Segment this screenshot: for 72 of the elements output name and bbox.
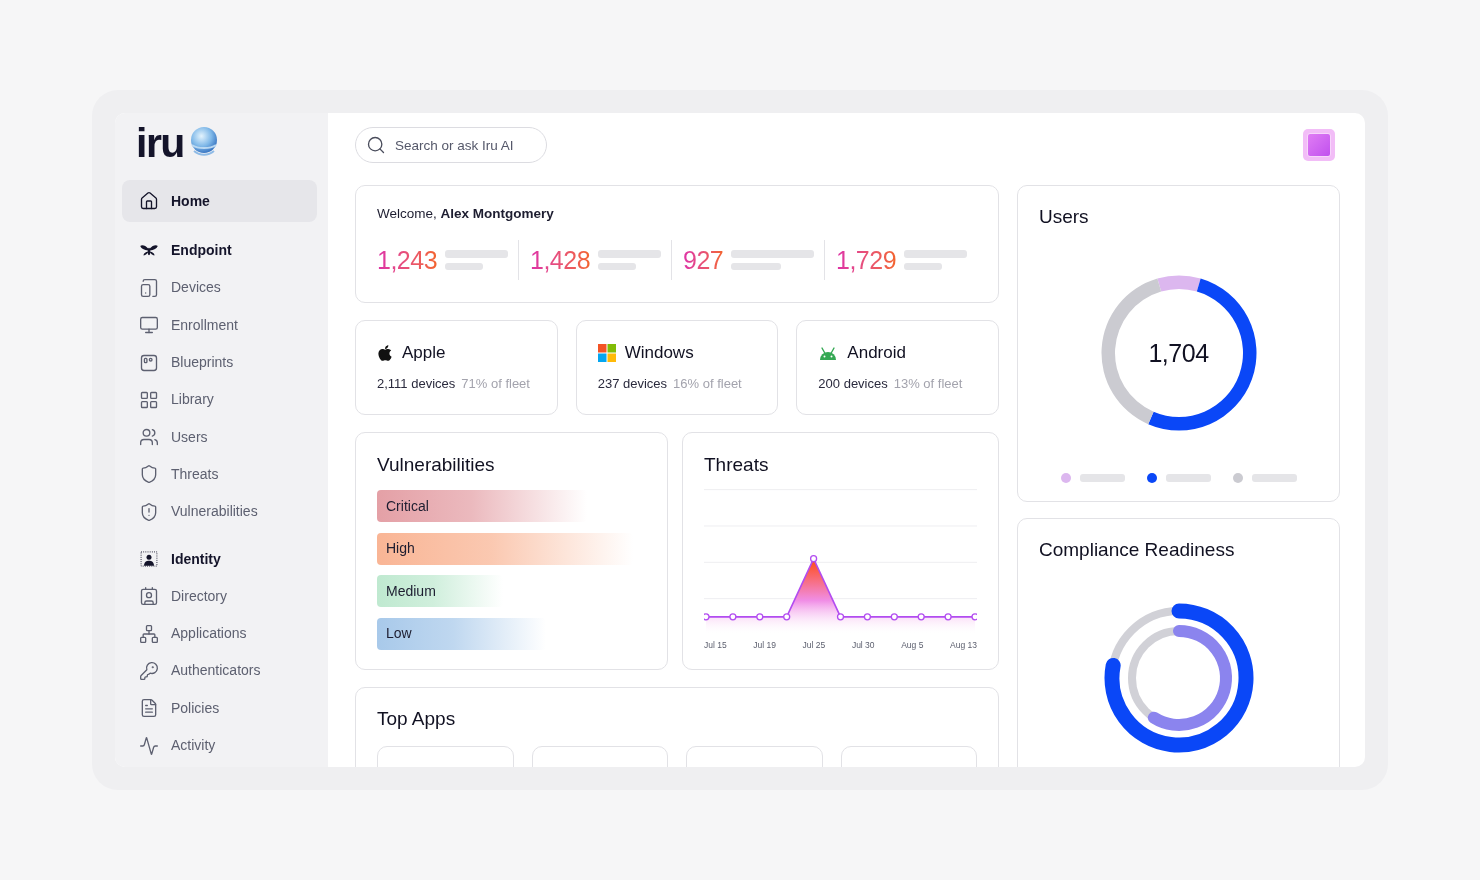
axis-label: Jul 15 [704,640,727,651]
shield-icon [139,464,159,485]
grid-icon [139,389,159,410]
nav-item[interactable]: Authenticators [122,652,317,690]
logo-text: iru [136,122,184,164]
axis-label: Aug 13 [950,640,977,651]
document-icon [139,698,159,719]
total-value: 1,704 [1148,338,1209,368]
welcome-text: Welcome, Alex Montgomery [377,205,555,223]
severity-label: Medium [386,581,436,601]
skeleton-bar [1165,474,1211,482]
nav-item[interactable]: Library [122,381,317,419]
severity-label: High [386,539,415,558]
severity-label: Critical [386,496,429,516]
nav-item[interactable]: Blueprints [122,343,317,382]
axis-label: Aug 5 [901,640,924,651]
skeleton-bar [1079,474,1125,482]
nav-item[interactable]: Enrollment [122,306,317,344]
skeleton-bar [904,263,942,270]
key-icon [139,660,159,681]
skeleton-bar [731,263,781,270]
home-icon [139,191,159,211]
card-title: Users [1039,205,1090,229]
axis-label: Jul 30 [851,640,875,651]
blueprint-icon [139,352,159,373]
devices-icon [139,277,159,298]
monitor-icon [139,315,159,336]
glowing-square-icon[interactable] [1303,129,1335,161]
nav-item[interactable]: Threats [122,455,317,494]
person-icon [139,549,159,569]
card-title: Compliance Readiness [1039,538,1236,562]
axis-label: Jul 19 [753,640,776,651]
axis-label: Jul 25 [802,640,826,651]
nav-item[interactable]: Vulnerabilities [122,493,317,531]
nav-item[interactable]: Users [122,418,317,456]
android-icon [818,346,839,360]
card-title: Top Apps [377,707,457,731]
nav-item[interactable]: Applications [122,614,317,653]
windows-icon [597,344,616,362]
device-count: 200 devices [818,376,888,392]
fleet-share: 16% of fleet [673,376,742,392]
contact-card-icon [139,586,159,607]
severity-label: Low [386,624,412,643]
card-title: Threats [704,453,770,477]
skeleton-bar [598,263,636,270]
nav-item[interactable]: Endpoint [122,232,317,270]
skeleton-bar [1251,474,1297,482]
device-count: 237 devices [597,376,668,392]
nav-item[interactable]: Devices [122,269,317,307]
fleet-share: 13% of fleet [893,376,963,392]
skeleton-bar [904,250,967,258]
activity-icon [139,735,159,756]
skeleton-bar [445,250,508,258]
platform-name: Apple [402,342,446,365]
nav-item[interactable]: Policies [122,689,317,727]
apple-icon [377,344,393,362]
network-icon [139,623,159,644]
shield-alert-icon [139,501,159,522]
users-icon [139,427,159,448]
nav-item[interactable]: Directory [122,577,317,615]
fleet-share: 71% of fleet [461,376,530,392]
nav-item[interactable]: Identity [122,540,317,578]
nav-item[interactable]: Activity [122,726,317,765]
platform-name: Windows [624,342,694,365]
platform-name: Android [847,342,906,365]
search-field[interactable]: Search or ask Iru AI [355,127,547,163]
skeleton-bar [445,263,483,270]
skeleton-bar [598,250,661,258]
search-icon [366,135,386,155]
device-count: 2,111 devices [377,376,456,392]
card-title: Vulnerabilities [377,453,496,477]
nav-item[interactable]: Home [122,180,317,222]
